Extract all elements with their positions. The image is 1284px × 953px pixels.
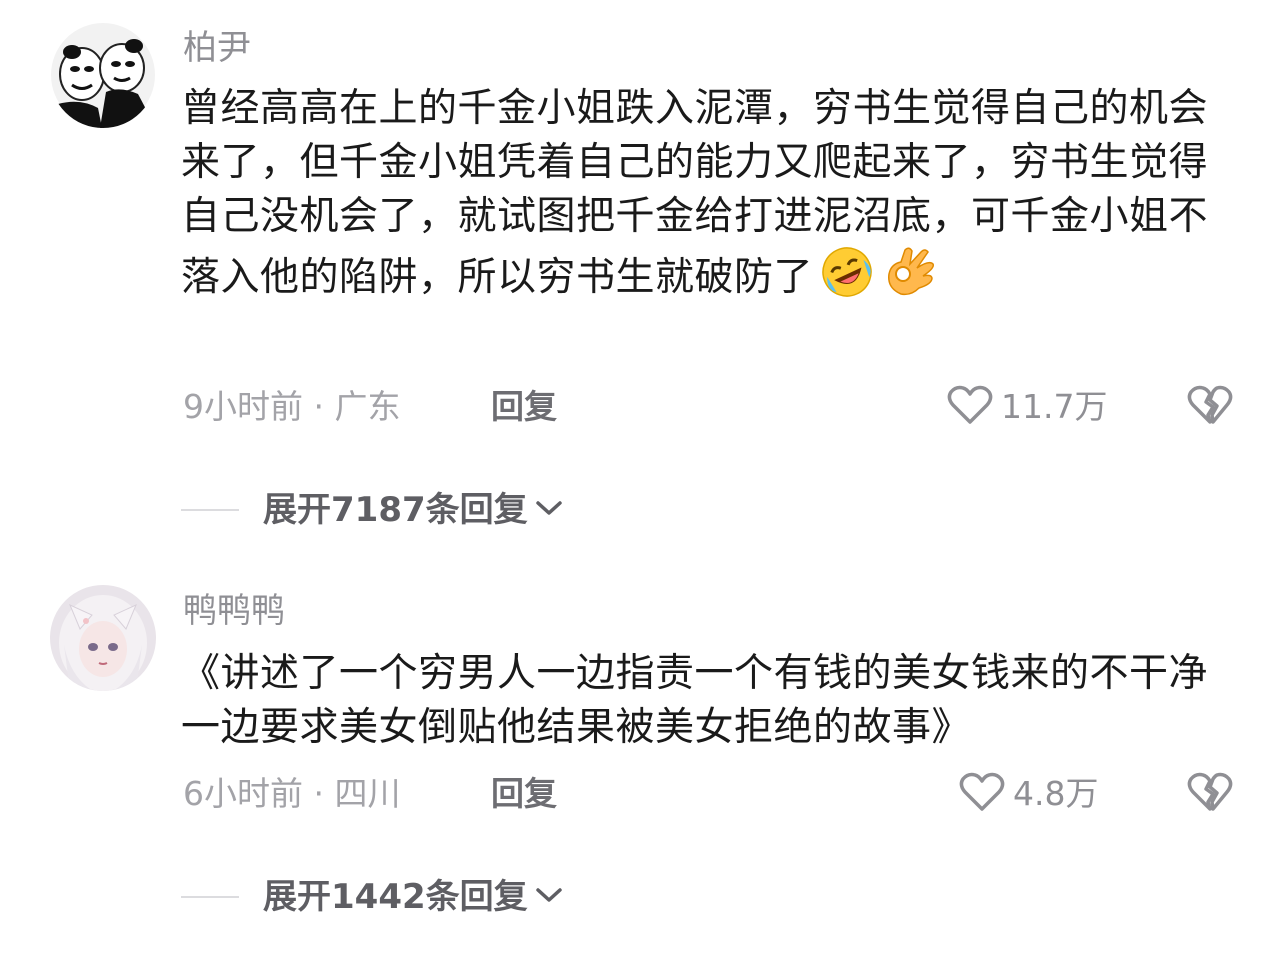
username[interactable]: 柏尹 <box>183 25 251 71</box>
comment-meta: 9小时前 · 广东 回复 11.7万 <box>183 384 1243 430</box>
user-avatar[interactable] <box>50 585 156 691</box>
heart-icon <box>959 772 1005 816</box>
like-button[interactable]: 11.7万 <box>947 384 1107 430</box>
dislike-button[interactable] <box>1187 771 1233 817</box>
chevron-down-icon <box>534 498 564 522</box>
like-button[interactable]: 4.8万 <box>959 771 1098 817</box>
comment-body: 《讲述了一个穷男人一边指责一个有钱的美女钱来的不干净一边要求美女倒贴他结果被美女… <box>181 651 1209 750</box>
expand-replies-button[interactable]: 展开7187条回复 <box>181 487 681 533</box>
comment-body: 曾经高高在上的千金小姐跌入泥潭，穷书生觉得自己的机会来了，但千金小姐凭着自己的能… <box>181 86 1209 300</box>
anime-girl-avatar-icon <box>50 585 156 691</box>
expand-replies-button[interactable]: 展开1442条回复 <box>181 874 681 920</box>
rofl-emoji-icon <box>819 244 875 315</box>
username[interactable]: 鸭鸭鸭 <box>183 588 285 634</box>
broken-heart-icon <box>1187 385 1233 429</box>
like-count: 4.8万 <box>1013 774 1099 813</box>
comment-list: 柏尹 曾经高高在上的千金小姐跌入泥潭，穷书生觉得自己的机会来了，但千金小姐凭着自… <box>0 0 1284 953</box>
comment-text: 曾经高高在上的千金小姐跌入泥潭，穷书生觉得自己的机会来了，但千金小姐凭着自己的能… <box>181 82 1241 315</box>
reply-button[interactable]: 回复 <box>491 771 557 817</box>
comment-text: 《讲述了一个穷男人一边指责一个有钱的美女钱来的不干净一边要求美女倒贴他结果被美女… <box>181 647 1241 755</box>
chevron-down-icon <box>534 885 564 909</box>
ok-hand-emoji-icon <box>881 244 941 315</box>
time-location: 9小时前 · 广东 <box>183 387 401 426</box>
dislike-button[interactable] <box>1187 384 1233 430</box>
broken-heart-icon <box>1187 772 1233 816</box>
expand-replies-label: 展开7187条回复 <box>263 490 528 530</box>
time-location: 6小时前 · 四川 <box>183 774 401 813</box>
reply-button[interactable]: 回复 <box>491 384 557 430</box>
divider-line <box>181 896 239 898</box>
heart-icon <box>947 385 993 429</box>
like-count: 11.7万 <box>1001 387 1108 426</box>
comment-meta: 6小时前 · 四川 回复 4.8万 <box>183 771 1243 817</box>
meme-face-avatar-icon <box>50 22 156 128</box>
user-avatar[interactable] <box>50 22 156 128</box>
expand-replies-label: 展开1442条回复 <box>263 877 528 917</box>
divider-line <box>181 509 239 511</box>
